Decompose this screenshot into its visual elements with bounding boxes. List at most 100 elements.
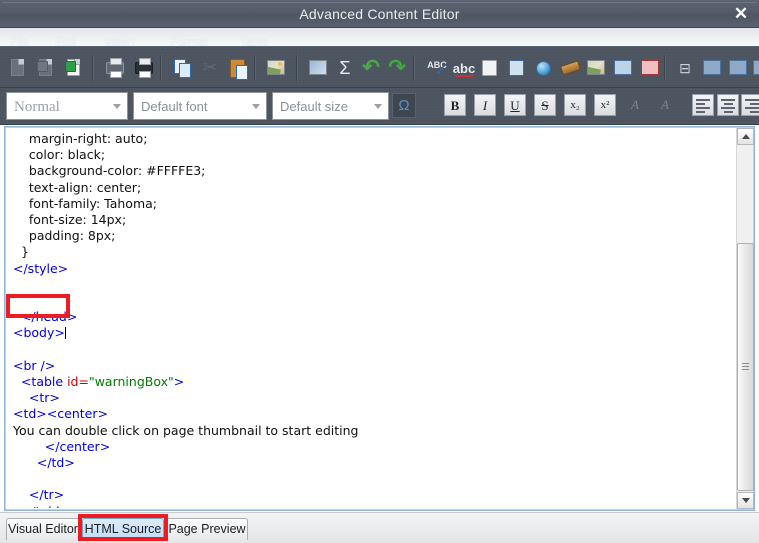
calendar-shape	[641, 60, 659, 75]
clear-formatting-icon[interactable]	[556, 54, 584, 82]
cut-icon[interactable]: ✂	[196, 54, 224, 82]
tab-html-source[interactable]: HTML Source	[82, 518, 164, 540]
code-token-tag: <tr>	[29, 390, 60, 405]
code-line: <br />	[13, 358, 728, 374]
insert-media-icon[interactable]	[304, 54, 332, 82]
menu-item-file[interactable]: File	[10, 35, 29, 46]
picture-shape	[587, 60, 605, 75]
paragraph-style-value: Normal	[14, 93, 60, 121]
code-line: color: black;	[13, 147, 728, 163]
redo-icon[interactable]: ↷	[383, 54, 411, 82]
code-line: <body>	[13, 325, 728, 341]
code-token-txt: font-size: 14px;	[29, 212, 126, 227]
code-token-txt: background-color: #FFFFE3;	[29, 163, 205, 178]
menu-item-insert[interactable]: Insert	[105, 35, 135, 46]
text-color-button[interactable]: A	[624, 94, 646, 116]
paragraph-style-select[interactable]: Normal	[6, 92, 128, 120]
insert-calendar-icon[interactable]	[636, 54, 664, 82]
bold-button[interactable]: B	[444, 94, 466, 116]
structure-glyph: ⊟	[671, 54, 699, 82]
code-token-txt: You can double click on page thumbnail t…	[13, 423, 358, 438]
new-document-icon[interactable]	[4, 54, 32, 82]
code-token-tag: </head>	[21, 309, 77, 324]
strikethrough-button[interactable]: S	[534, 94, 556, 116]
menu-item-format[interactable]: Format	[170, 35, 208, 46]
underline-button[interactable]: U	[504, 94, 526, 116]
tab-visual-editor[interactable]: Visual Editor	[6, 518, 80, 540]
page-shape	[11, 59, 24, 76]
save-document-icon[interactable]	[60, 54, 88, 82]
main-toolbar: ✂ Σ ↶ ↷ ABC ✓ abc	[0, 46, 759, 88]
insert-table-icon[interactable]	[698, 54, 726, 82]
code-line	[13, 293, 728, 309]
window-title: Advanced Content Editor	[0, 0, 759, 28]
page-shape	[67, 59, 80, 76]
editor-vertical-scrollbar[interactable]	[736, 128, 753, 509]
table-shape	[729, 60, 747, 75]
clipboard-shape	[230, 59, 245, 78]
page-properties-icon[interactable]	[582, 54, 610, 82]
menu-item-table[interactable]: Table	[240, 35, 269, 46]
sigma-icon[interactable]: Σ	[331, 54, 359, 82]
undo-icon[interactable]: ↶	[357, 54, 385, 82]
print-preview-icon[interactable]	[100, 54, 128, 82]
code-token-txt: }	[21, 244, 29, 259]
toolbar-separator	[413, 55, 415, 81]
open-document-icon[interactable]	[32, 54, 60, 82]
code-token-txt: text-align: center;	[29, 180, 141, 195]
scroll-down-button[interactable]	[737, 492, 754, 509]
toolbar-separator	[664, 55, 666, 81]
subscript-button[interactable]: x₂	[564, 94, 586, 116]
source-code-text[interactable]: margin-right: auto; color: black; backgr…	[13, 131, 728, 508]
code-line: </head>	[13, 309, 728, 325]
menu-item-edit[interactable]: Edit	[55, 35, 76, 46]
code-token-tag: <br />	[13, 358, 55, 373]
font-family-select[interactable]: Default font	[133, 92, 267, 120]
tab-page-preview[interactable]: Page Preview	[166, 518, 248, 540]
code-token-tag: <table	[21, 374, 67, 389]
background-color-button[interactable]: A	[654, 94, 676, 116]
toolbar-separator	[296, 55, 298, 81]
scrollbar-thumb[interactable]	[737, 243, 754, 491]
copy-icon[interactable]	[168, 54, 196, 82]
printer-shape	[106, 62, 124, 74]
chevron-down-icon	[252, 104, 260, 109]
code-line: </tr>	[13, 487, 728, 503]
align-left-button[interactable]	[692, 94, 714, 116]
align-center-button[interactable]	[717, 94, 739, 116]
spellcheck-icon[interactable]: ABC ✓	[423, 54, 451, 82]
special-character-button[interactable]: Ω	[392, 93, 416, 118]
insert-field-icon[interactable]	[609, 54, 637, 82]
abc-icon[interactable]: abc	[450, 54, 478, 82]
scroll-up-button[interactable]	[737, 128, 754, 145]
code-token-tag: >	[174, 374, 184, 389]
code-line: </td>	[13, 455, 728, 471]
italic-button[interactable]: I	[474, 94, 496, 116]
media-shape	[309, 60, 327, 75]
insert-link-icon[interactable]	[530, 54, 558, 82]
application-window: Advanced Content Editor ✕ File Edit Inse…	[0, 0, 759, 543]
code-line: <table id="warningBox">	[13, 374, 728, 390]
html-source-editor[interactable]: margin-right: auto; color: black; backgr…	[4, 126, 755, 511]
superscript-button[interactable]: x²	[594, 94, 616, 116]
find-replace-icon[interactable]	[476, 54, 504, 82]
structure-icon[interactable]: ⊟	[671, 54, 699, 82]
code-token-tag: </table>	[21, 504, 78, 508]
align-right-button[interactable]	[741, 94, 759, 116]
toolbar-separator	[254, 55, 256, 81]
paste-icon[interactable]	[224, 54, 252, 82]
insert-image-icon[interactable]	[262, 54, 290, 82]
sigma-glyph: Σ	[331, 54, 359, 82]
code-line: <td><center>	[13, 406, 728, 422]
code-line: </style>	[13, 261, 728, 277]
font-size-select[interactable]: Default size	[272, 92, 389, 120]
chevron-down-icon	[374, 104, 382, 109]
translate-icon[interactable]	[503, 54, 531, 82]
close-icon[interactable]: ✕	[729, 3, 753, 25]
code-token-tag: </td>	[37, 455, 75, 470]
code-line	[13, 277, 728, 293]
table-cell-icon[interactable]	[748, 54, 759, 82]
print-icon[interactable]	[129, 54, 157, 82]
table-shape	[753, 60, 759, 75]
scissors-glyph: ✂	[196, 54, 224, 82]
